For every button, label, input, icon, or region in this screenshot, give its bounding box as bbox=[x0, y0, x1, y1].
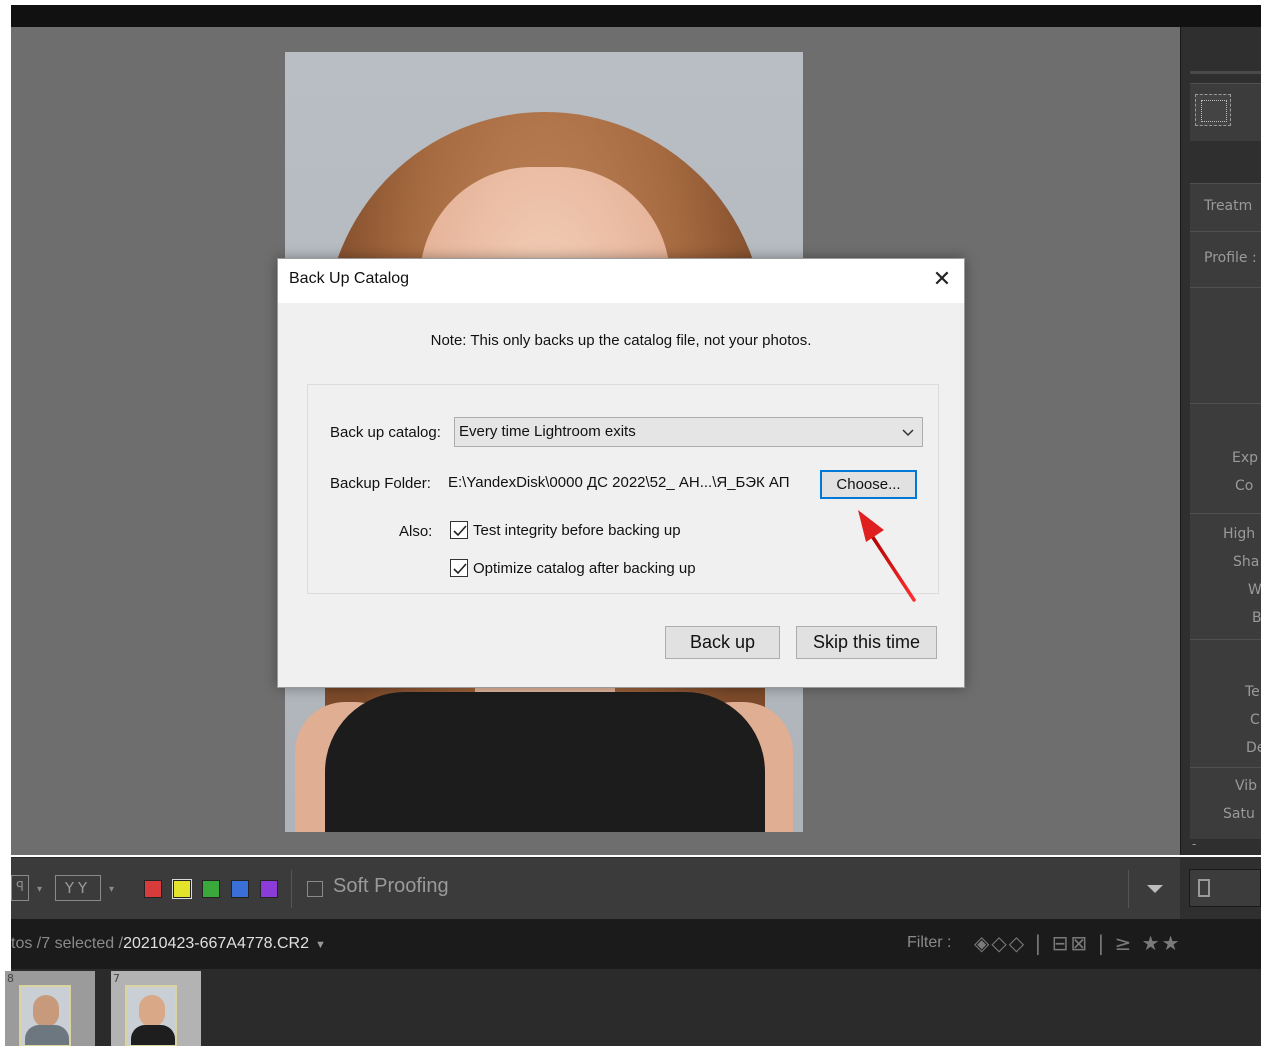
test-integrity-checkbox[interactable] bbox=[450, 521, 468, 539]
white-balance-section bbox=[1190, 287, 1261, 599]
thumbnail-number: 8 bbox=[7, 972, 14, 985]
thumbnail-image bbox=[19, 985, 71, 1046]
backup-folder-label: Backup Folder: bbox=[330, 475, 431, 492]
test-integrity-label[interactable]: Test integrity before backing up bbox=[473, 522, 681, 539]
bottom-toolbar: ꟼ ▾ YY ▾ Soft Proofing bbox=[11, 857, 1180, 919]
treatment-label: Treatm bbox=[1204, 198, 1253, 214]
red-arrow-annotation bbox=[858, 510, 916, 602]
photo-shirt bbox=[325, 692, 765, 832]
thumbnail-body bbox=[131, 1025, 175, 1045]
skip-this-time-button[interactable]: Skip this time bbox=[796, 626, 937, 659]
saturation-label: Satu bbox=[1223, 806, 1255, 822]
panel-footer bbox=[1180, 857, 1261, 919]
color-label-red[interactable] bbox=[144, 880, 162, 898]
texture-label: Te bbox=[1245, 684, 1260, 700]
before-after-button[interactable]: YY bbox=[55, 875, 101, 901]
back-up-button[interactable]: Back up bbox=[665, 626, 780, 659]
thumbnail-image bbox=[125, 985, 177, 1046]
backup-folder-path: E:\YandexDisk\0000 ДС 2022\52_ АН...\Я_Б… bbox=[448, 474, 790, 491]
before-after-dropdown-caret[interactable]: ▾ bbox=[109, 884, 114, 895]
soft-proofing-checkbox[interactable] bbox=[307, 881, 323, 897]
thumbnail-head bbox=[33, 995, 59, 1027]
flag-icon[interactable]: ꟼ bbox=[11, 875, 29, 901]
vibrance-label: Vib bbox=[1235, 778, 1258, 794]
exposure-label: Exp bbox=[1232, 450, 1259, 466]
whites-label: W bbox=[1248, 582, 1261, 598]
back-up-catalog-dialog: Back Up Catalog ✕ Note: This only backs … bbox=[277, 258, 965, 688]
shadows-label: Sha bbox=[1233, 554, 1260, 570]
exposure-section: Exp Co bbox=[1190, 403, 1261, 513]
dialog-title-bar[interactable]: Back Up Catalog ✕ bbox=[278, 259, 964, 303]
filmstrip: 8 7 bbox=[5, 969, 1261, 1046]
backup-note: Note: This only backs up the catalog fil… bbox=[430, 332, 812, 349]
flag-dropdown-caret[interactable]: ▾ bbox=[37, 884, 42, 895]
color-label-purple[interactable] bbox=[260, 880, 278, 898]
selection-count: tos /7 selected / bbox=[11, 935, 124, 952]
soft-proofing-label[interactable]: Soft Proofing bbox=[333, 875, 449, 898]
chevron-down-icon bbox=[901, 422, 915, 445]
top-bar bbox=[11, 5, 1261, 27]
file-dropdown-caret[interactable]: ▼ bbox=[315, 939, 326, 951]
switch-icon bbox=[1198, 879, 1210, 897]
filter-icons[interactable]: ◈◇◇ | ⊟⊠ | ≥ ★★ bbox=[974, 931, 1182, 955]
filmstrip-thumbnail[interactable]: 8 bbox=[5, 971, 95, 1046]
highlights-label: High bbox=[1223, 526, 1256, 542]
close-icon[interactable]: ✕ bbox=[926, 265, 958, 297]
color-label-yellow[interactable] bbox=[172, 879, 192, 899]
crop-overlay-icon[interactable] bbox=[1195, 94, 1231, 126]
tone-section: High Sha W B bbox=[1190, 513, 1261, 639]
also-label: Also: bbox=[399, 523, 433, 540]
vibrance-section: Vib Satu bbox=[1190, 767, 1261, 839]
checkmark-icon bbox=[453, 563, 467, 575]
toolbar-divider bbox=[291, 870, 292, 908]
develop-right-panel: Treatm Profile : Exp Co High Sha W B Te … bbox=[1180, 27, 1261, 855]
blacks-label: B bbox=[1252, 610, 1261, 626]
filmstrip-thumbnail-selected[interactable]: 7 bbox=[111, 971, 201, 1046]
filmstrip-source-info[interactable]: tos /7 selected /20210423-667A4778.CR2 ▼ bbox=[11, 935, 326, 953]
panel-switch-button[interactable] bbox=[1189, 869, 1261, 907]
optimize-catalog-label[interactable]: Optimize catalog after backing up bbox=[473, 560, 696, 577]
presence-section: Te C De bbox=[1190, 639, 1261, 767]
choose-folder-button[interactable]: Choose... bbox=[820, 470, 917, 499]
dehaze-label: De bbox=[1246, 740, 1261, 756]
contrast-label: Co bbox=[1235, 478, 1254, 494]
toolbar-options-dropdown[interactable] bbox=[1128, 870, 1180, 908]
clarity-label: C bbox=[1250, 712, 1260, 728]
profile-row[interactable]: Profile : bbox=[1190, 231, 1261, 287]
dialog-title: Back Up Catalog bbox=[289, 270, 410, 287]
color-label-green[interactable] bbox=[202, 880, 220, 898]
current-file-name: 20210423-667A4778.CR2 bbox=[123, 935, 309, 952]
chevron-down-icon bbox=[1147, 885, 1163, 893]
thumbnail-head bbox=[139, 995, 165, 1027]
treatment-row[interactable]: Treatm bbox=[1190, 183, 1261, 231]
profile-label: Profile : bbox=[1204, 250, 1257, 266]
panel-scroll-mark: - bbox=[1192, 837, 1197, 851]
color-label-blue[interactable] bbox=[231, 880, 249, 898]
thumbnail-number: 7 bbox=[113, 972, 120, 985]
backup-frequency-select[interactable]: Every time Lightroom exits bbox=[454, 417, 923, 447]
backup-catalog-label: Back up catalog: bbox=[330, 424, 441, 441]
filter-label: Filter : bbox=[907, 934, 952, 951]
optimize-catalog-checkbox[interactable] bbox=[450, 559, 468, 577]
thumbnail-body bbox=[25, 1025, 69, 1045]
filmstrip-info-bar: tos /7 selected /20210423-667A4778.CR2 ▼ … bbox=[11, 919, 1261, 969]
backup-frequency-value: Every time Lightroom exits bbox=[459, 423, 636, 440]
checkmark-icon bbox=[453, 525, 467, 537]
panel-separator bbox=[1190, 71, 1261, 74]
